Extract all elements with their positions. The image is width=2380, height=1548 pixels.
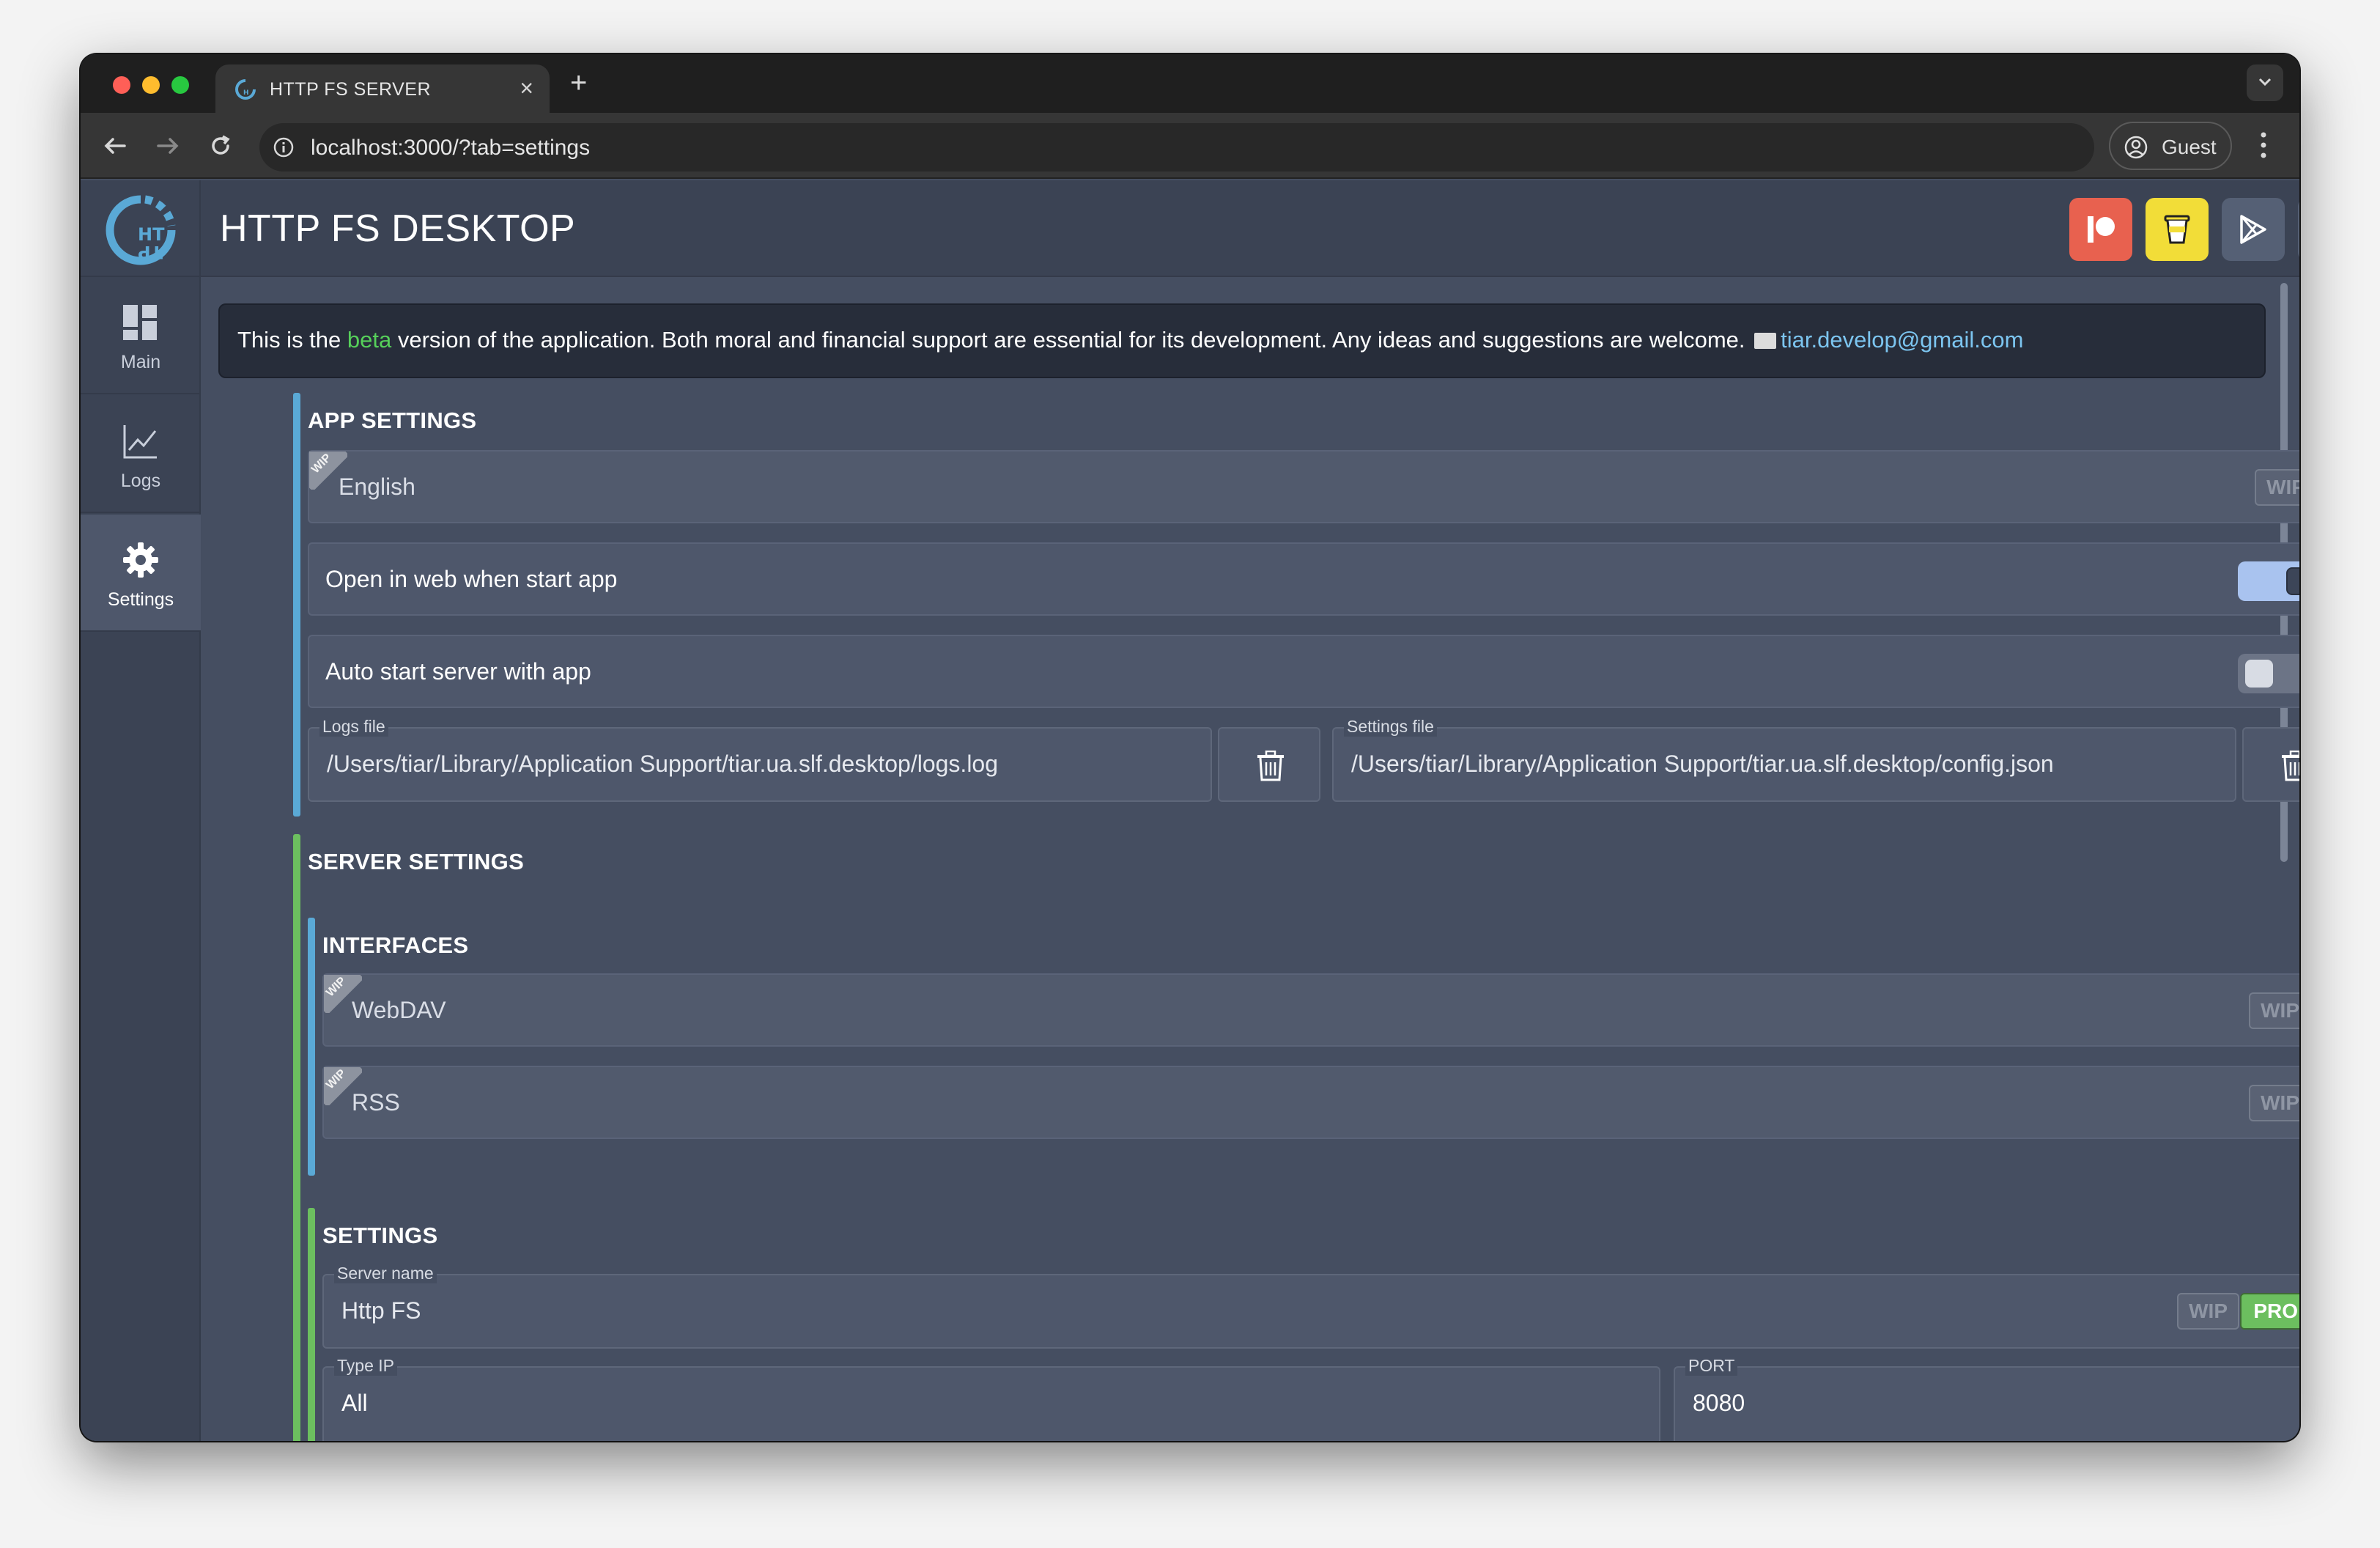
interfaces-accent-bar [308,918,315,1176]
server-settings-title: SERVER SETTINGS [308,849,525,874]
minimize-window-button[interactable] [142,76,160,94]
trash-icon [1257,751,1284,781]
tab-title: HTTP FS SERVER [270,79,432,100]
close-window-button[interactable] [113,76,130,94]
interface-label: RSS [352,1089,400,1116]
app-settings-title: APP SETTINGS [308,408,477,433]
beta-notice-prefix: This is the [237,327,347,353]
url-text: localhost:3000/?tab=settings [311,136,591,160]
settings-file-field[interactable]: Settings file /Users/tiar/Library/Applic… [1332,717,2236,802]
google-play-icon [2240,215,2266,244]
reload-icon[interactable] [205,130,236,161]
github-button[interactable] [2298,198,2299,261]
wip-badge: WIP [2177,1293,2239,1330]
type-ip-value: All [341,1390,368,1416]
server-settings-accent-bar [293,834,300,1441]
sidebar-item-label: Logs [120,471,161,491]
beta-notice-body: version of the application. Both moral a… [391,327,1752,353]
coffee-cup-icon [2164,215,2190,244]
chart-line-icon [123,425,157,459]
settings-accent-bar [308,1208,315,1441]
http-logo-icon: HT TP [106,195,176,265]
pro-badge: PRO [2240,1293,2299,1330]
server-name-value: Http FS [341,1297,421,1324]
svg-text:H: H [243,89,249,97]
maximize-window-button[interactable] [171,76,189,94]
language-row: WIP English WIP [308,450,2299,523]
sidebar-item-label: Main [120,352,161,372]
more-menu-icon[interactable] [2258,129,2269,161]
logs-file-value: /Users/tiar/Library/Application Support/… [327,751,999,777]
envelope-icon [1754,333,1777,349]
auto-start-row[interactable]: Auto start server with app [308,635,2299,708]
patreon-icon [2088,216,2115,243]
settings-file-value: /Users/tiar/Library/Application Support/… [1351,751,2054,777]
svg-text:TP: TP [138,242,163,262]
forward-arrow-icon[interactable] [152,130,183,161]
contact-email-link[interactable]: tiar.develop@gmail.com [1781,327,2023,353]
browser-tab[interactable]: H HTTP FS SERVER × [215,64,550,113]
server-name-field[interactable]: Server name Http FS WIP PRO [322,1264,2299,1349]
new-tab-button[interactable]: + [570,64,587,101]
sidebar-item-main[interactable]: Main [81,277,201,394]
auto-start-label: Auto start server with app [325,658,591,685]
delete-settings-file-button[interactable] [2242,727,2299,802]
interface-rss-row: WIP RSS WIP [322,1066,2299,1139]
site-info-icon[interactable] [273,136,295,158]
page-title: HTTP FS DESKTOP [220,207,576,250]
profile-icon [2124,136,2148,159]
dashboard-icon [123,305,157,340]
patreon-button[interactable] [2069,198,2132,261]
interfaces-title: INTERFACES [322,932,469,958]
wip-badge: WIP [2249,992,2299,1029]
type-ip-select[interactable]: Type IP All [322,1356,1660,1441]
sidebar-item-label: Settings [107,589,174,610]
logs-file-field[interactable]: Logs file /Users/tiar/Library/Applicatio… [308,717,1212,802]
trash-icon [2282,751,2299,781]
beta-highlight: beta [347,327,392,353]
favicon-icon: H [235,79,256,100]
app-header: HTTP FS DESKTOP [201,180,2299,277]
interface-webdav-row: WIP WebDAV WIP [322,973,2299,1047]
server-name-label: Server name [334,1264,437,1283]
profile-label: Guest [2162,136,2217,158]
sidebar-item-logs[interactable]: Logs [81,396,201,513]
port-value: 8080 [1693,1390,1745,1416]
settings-page: This is the beta version of the applicat… [201,277,2299,1441]
back-arrow-icon[interactable] [100,130,130,161]
logs-file-label: Logs file [319,717,388,737]
open-in-web-label: Open in web when start app [325,566,618,592]
type-ip-label: Type IP [334,1356,397,1376]
gear-icon [123,542,158,578]
buy-me-a-coffee-button[interactable] [2146,198,2209,261]
wip-badge: WIP [2255,469,2299,506]
sidebar: HT TP Main Logs Settings [81,180,201,1441]
language-value: English [339,473,415,500]
tab-strip: H HTTP FS SERVER × + [81,54,2299,113]
app-settings-accent-bar [293,393,300,817]
google-play-button[interactable] [2222,198,2285,261]
settings-file-label: Settings file [1344,717,1437,737]
tab-search-button[interactable] [2247,64,2283,101]
chevron-down-icon [2258,78,2272,86]
profile-button[interactable]: Guest [2109,122,2232,170]
wip-badge: WIP [2249,1085,2299,1121]
sidebar-item-settings[interactable]: Settings [81,515,201,632]
tab-close-icon[interactable]: × [520,75,533,101]
port-field[interactable]: PORT 8080 [1674,1356,2299,1441]
interface-label: WebDAV [352,997,446,1023]
settings-subtitle: SETTINGS [322,1223,438,1248]
delete-logs-file-button[interactable] [1218,727,1320,802]
browser-toolbar: localhost:3000/?tab=settings Guest [81,113,2299,179]
svg-text:HT: HT [138,224,165,245]
address-bar[interactable]: localhost:3000/?tab=settings [259,123,2094,172]
open-in-web-toggle[interactable] [2238,561,2299,601]
open-in-web-row[interactable]: Open in web when start app [308,542,2299,616]
port-label: PORT [1685,1356,1738,1376]
browser-window: H HTTP FS SERVER × + localhost:3000/?tab… [81,54,2299,1441]
app-logo: HT TP [81,180,201,277]
beta-notice: This is the beta version of the applicat… [218,303,2266,378]
app-root: HT TP Main Logs Settings HTTP FS DESKTOP… [81,180,2299,1441]
auto-start-toggle[interactable] [2238,654,2299,693]
